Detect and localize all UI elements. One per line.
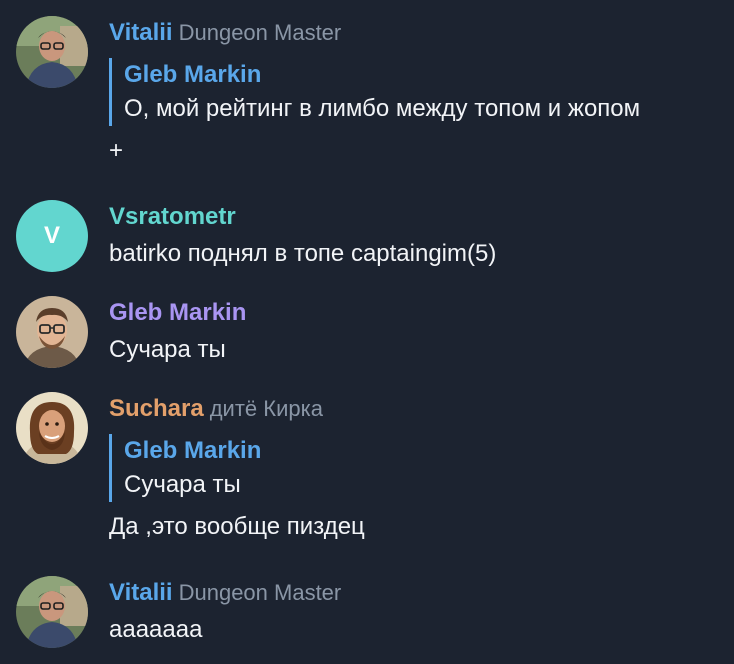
message-text: + bbox=[109, 137, 124, 164]
avatar-suchara[interactable] bbox=[16, 392, 88, 464]
reply-quote[interactable]: Gleb Markin Сучара ты bbox=[109, 434, 724, 502]
reply-sender-name: Gleb Markin bbox=[124, 61, 262, 88]
message-header: Suchara дитё Кирка bbox=[109, 392, 724, 426]
message-header: Gleb Markin bbox=[109, 296, 724, 330]
sender-name[interactable]: Vsratometr bbox=[109, 203, 236, 230]
reply-text: О, мой рейтинг в лимбо между топом и жоп… bbox=[124, 95, 641, 122]
message-header: Vitalii Dungeon Master bbox=[109, 16, 724, 50]
avatar-gleb-markin[interactable] bbox=[16, 296, 88, 368]
sender-name[interactable]: Vitalii bbox=[109, 579, 173, 606]
reply-quote[interactable]: Gleb Markin О, мой рейтинг в лимбо между… bbox=[109, 58, 724, 126]
reply-text: Сучара ты bbox=[124, 471, 241, 498]
message-header: Vitalii Dungeon Master bbox=[109, 576, 724, 610]
sender-name[interactable]: Vitalii bbox=[109, 19, 173, 46]
reply-sender-name: Gleb Markin bbox=[124, 437, 262, 464]
sender-name[interactable]: Suchara bbox=[109, 395, 204, 422]
avatar-letter: V bbox=[43, 222, 60, 249]
chat-message-list: Vitalii Dungeon Master Gleb Markin О, мой… bbox=[0, 0, 734, 664]
avatar-vitalii[interactable] bbox=[16, 16, 88, 88]
sender-role: дитё Кирка bbox=[209, 396, 323, 421]
message-text: batirko поднял в топе captaingim(5) bbox=[109, 240, 497, 267]
sender-role: Dungeon Master bbox=[178, 580, 342, 605]
message-text: Да ,это вообще пиздец bbox=[109, 513, 365, 540]
sender-name[interactable]: Gleb Markin bbox=[109, 299, 246, 326]
avatar-vsratometr[interactable]: V bbox=[16, 200, 88, 272]
message-text: ааааааа bbox=[109, 616, 203, 643]
avatar-vitalii[interactable] bbox=[16, 576, 88, 648]
message-header: Vsratometr bbox=[109, 200, 724, 234]
sender-role: Dungeon Master bbox=[178, 20, 342, 45]
message-text: Сучара ты bbox=[109, 336, 226, 363]
